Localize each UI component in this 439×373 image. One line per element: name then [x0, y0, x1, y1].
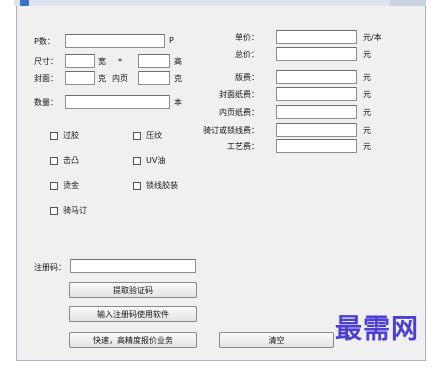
- emboss-press-label: 压纹: [146, 131, 162, 140]
- width-input[interactable]: [65, 54, 95, 68]
- p-count-input[interactable]: [65, 34, 165, 48]
- emboss-checkbox[interactable]: 击凸: [50, 155, 79, 166]
- plate-fee-input[interactable]: [276, 70, 357, 84]
- craft-fee-input[interactable]: [276, 139, 357, 153]
- laminate-checkbox[interactable]: 过胶: [50, 130, 79, 141]
- registration-input[interactable]: [70, 259, 196, 273]
- p-count-label: P数：: [34, 37, 55, 46]
- inner-weight-unit: 克: [174, 74, 182, 83]
- thread-bind-checkbox[interactable]: 锁线胶装: [133, 180, 178, 191]
- binding-fee-unit: 元: [363, 126, 371, 135]
- registration-label: 注册码：: [34, 263, 66, 272]
- unit-price-input[interactable]: [276, 30, 357, 44]
- cover-weight-unit: 克: [98, 74, 106, 83]
- binding-fee-input[interactable]: [276, 123, 357, 137]
- inner-paper-fee-label: 内页纸费：: [219, 108, 259, 117]
- emboss-press-checkbox[interactable]: 压纹: [133, 130, 162, 141]
- inner-weight-input[interactable]: [138, 71, 170, 85]
- total-price-input[interactable]: [276, 47, 357, 61]
- uv-checkbox[interactable]: UV油: [133, 155, 165, 166]
- height-unit: 高: [174, 57, 182, 66]
- checkbox-box[interactable]: [50, 181, 58, 190]
- times-sign: *: [118, 57, 122, 66]
- inner-label: 内页: [112, 74, 128, 83]
- checkbox-box[interactable]: [133, 181, 141, 190]
- saddle-stitch-checkbox[interactable]: 骑马订: [50, 205, 87, 216]
- craft-fee-unit: 元: [363, 142, 371, 151]
- quantity-label: 数量：: [34, 98, 58, 107]
- hot-stamp-checkbox[interactable]: 烫金: [50, 180, 79, 191]
- unit-price-label: 单价：: [235, 33, 259, 42]
- watermark-logo: 最需网: [335, 314, 419, 345]
- checkbox-box[interactable]: [133, 156, 141, 165]
- cover-label: 封面：: [34, 74, 58, 83]
- plate-fee-unit: 元: [363, 73, 371, 82]
- total-price-unit: 元: [363, 50, 371, 59]
- width-unit: 宽: [98, 57, 106, 66]
- thread-bind-label: 锁线胶装: [146, 181, 178, 190]
- quantity-input[interactable]: [65, 95, 170, 109]
- inner-paper-fee-input[interactable]: [276, 105, 357, 119]
- clear-button[interactable]: 清空: [219, 332, 334, 348]
- p-count-unit: P: [169, 36, 174, 45]
- total-price-label: 总价：: [235, 50, 259, 59]
- size-label: 尺寸：: [34, 57, 58, 66]
- cover-weight-input[interactable]: [65, 71, 95, 85]
- laminate-label: 过胶: [63, 131, 79, 140]
- plate-fee-label: 版费：: [235, 73, 259, 82]
- uv-label: UV油: [146, 156, 166, 165]
- quick-quote-button[interactable]: 快速，高精度报价业务: [69, 332, 197, 348]
- get-code-button[interactable]: 提取验证码: [69, 282, 197, 298]
- cover-paper-fee-unit: 元: [363, 90, 371, 99]
- binding-fee-label: 骑订或锁线费：: [203, 126, 259, 135]
- emboss-label: 击凸: [63, 156, 79, 165]
- checkbox-box[interactable]: [50, 206, 58, 215]
- checkbox-box[interactable]: [133, 131, 141, 140]
- inner-paper-fee-unit: 元: [363, 108, 371, 117]
- checkbox-box[interactable]: [50, 156, 58, 165]
- register-button[interactable]: 输入注册码使用软件: [69, 306, 197, 322]
- craft-fee-label: 工艺费：: [227, 142, 259, 151]
- cover-paper-fee-input[interactable]: [276, 87, 357, 101]
- cover-paper-fee-label: 封面纸费：: [219, 90, 259, 99]
- quantity-unit: 本: [174, 98, 182, 107]
- checkbox-box[interactable]: [50, 131, 58, 140]
- hot-stamp-label: 烫金: [63, 181, 79, 190]
- saddle-stitch-label: 骑马订: [63, 206, 87, 215]
- height-input[interactable]: [138, 54, 170, 68]
- main-window: P数： P 尺寸： 宽 * 高 封面： 克 内页 克 数量： 本 单价： 元/本…: [16, 6, 426, 361]
- unit-price-unit: 元/本: [363, 33, 382, 42]
